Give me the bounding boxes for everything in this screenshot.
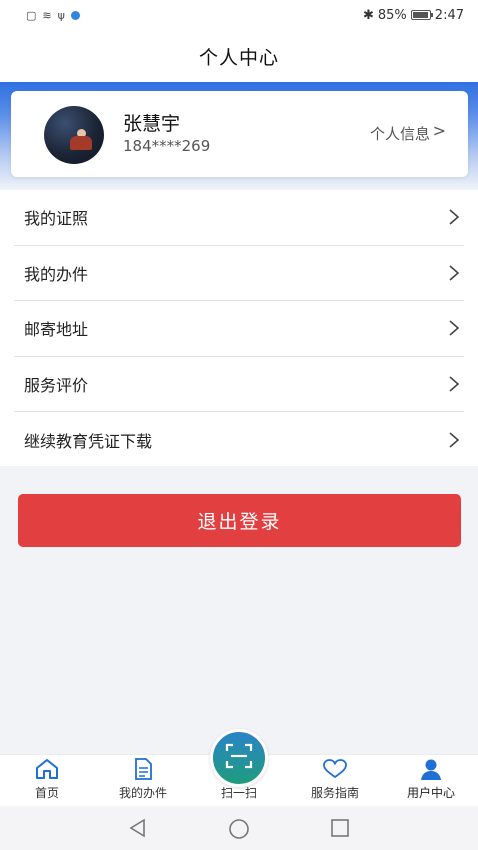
tab-user-center[interactable]: 用户中心 bbox=[386, 755, 476, 807]
chevron-right-icon bbox=[448, 431, 460, 449]
menu-item-licenses[interactable]: 我的证照 bbox=[14, 190, 464, 246]
system-nav-bar bbox=[0, 806, 478, 850]
sim-icon: ▢ bbox=[26, 8, 37, 22]
menu-list: 我的证照 我的办件 邮寄地址 服务评价 继续教育凭证下载 bbox=[0, 190, 478, 466]
chevron-right-icon bbox=[448, 319, 460, 337]
chevron-right-icon: > bbox=[432, 121, 446, 140]
status-bar: ▢ ≋ ψ ✱ 85% 2:47 bbox=[0, 0, 478, 30]
menu-item-label: 我的证照 bbox=[24, 209, 89, 229]
tab-my-items[interactable]: 我的办件 bbox=[98, 755, 188, 807]
tab-label: 用户中心 bbox=[406, 786, 455, 800]
scan-icon bbox=[225, 743, 253, 773]
app-notification-icon bbox=[70, 10, 80, 20]
menu-item-mailing-address[interactable]: 邮寄地址 bbox=[14, 301, 464, 357]
menu-item-label: 服务评价 bbox=[24, 375, 89, 395]
bluetooth-icon: ✱ bbox=[362, 7, 374, 23]
user-phone: 184****269 bbox=[123, 137, 211, 155]
personal-info-link[interactable]: 个人信息 bbox=[370, 123, 430, 144]
tab-label: 我的办件 bbox=[118, 786, 167, 800]
heart-icon bbox=[322, 756, 348, 782]
menu-item-label: 邮寄地址 bbox=[24, 320, 89, 340]
menu-item-label: 继续教育凭证下载 bbox=[24, 431, 153, 451]
wifi-icon: ≋ bbox=[42, 8, 52, 22]
menu-item-label: 我的办件 bbox=[24, 264, 89, 284]
scan-label[interactable]: 扫一扫 bbox=[194, 784, 284, 801]
scan-button[interactable] bbox=[210, 729, 268, 787]
chevron-right-icon bbox=[448, 264, 460, 282]
page-header: 个人中心 bbox=[0, 30, 478, 82]
tab-label: 服务指南 bbox=[310, 786, 359, 800]
home-circle-icon[interactable] bbox=[228, 818, 250, 844]
menu-item-service-review[interactable]: 服务评价 bbox=[14, 357, 464, 412]
battery-percent: 85% bbox=[377, 7, 407, 23]
page-title: 个人中心 bbox=[198, 46, 279, 69]
back-icon[interactable] bbox=[128, 818, 148, 842]
user-name: 张慧宇 bbox=[123, 113, 181, 135]
chevron-right-icon bbox=[448, 375, 460, 393]
tab-home[interactable]: 首页 bbox=[2, 755, 92, 807]
tab-label: 首页 bbox=[34, 786, 59, 800]
document-icon bbox=[132, 756, 154, 782]
chevron-right-icon bbox=[448, 208, 460, 226]
recent-apps-icon[interactable] bbox=[330, 818, 350, 842]
status-icons-left: ▢ ≋ ψ bbox=[26, 9, 80, 22]
user-icon bbox=[419, 756, 443, 782]
avatar[interactable] bbox=[44, 106, 104, 164]
tab-service-guide[interactable]: 服务指南 bbox=[290, 755, 380, 807]
usb-icon: ψ bbox=[57, 8, 65, 22]
home-icon bbox=[34, 756, 60, 782]
menu-item-my-items[interactable]: 我的办件 bbox=[14, 246, 464, 301]
avatar-body bbox=[70, 136, 92, 150]
profile-card[interactable]: 张慧宇 184****269 个人信息 > bbox=[11, 91, 468, 177]
menu-item-education-certificate[interactable]: 继续教育凭证下载 bbox=[14, 412, 464, 468]
status-icons-right: ✱ 85% 2:47 bbox=[363, 8, 464, 23]
clock: 2:47 bbox=[434, 7, 464, 23]
battery-icon bbox=[410, 10, 433, 20]
logout-button[interactable]: 退出登录 bbox=[18, 494, 461, 547]
